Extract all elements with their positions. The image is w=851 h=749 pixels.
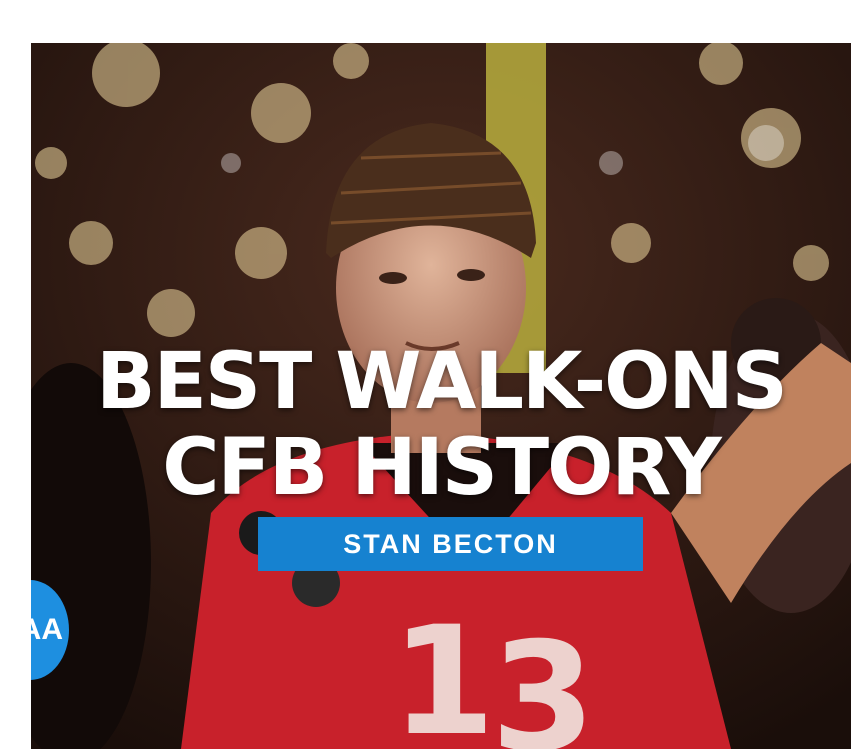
headline-line-2: CFB HISTORY bbox=[162, 423, 721, 513]
svg-text:3: 3 bbox=[491, 611, 595, 749]
article-hero-image[interactable]: 1 3 BEST WALK-ONS CFB HISTORY STAN BECTO… bbox=[31, 43, 851, 749]
headline-line-1: BEST WALK-ONS bbox=[96, 337, 788, 427]
author-byline-badge: STAN BECTON bbox=[258, 517, 643, 571]
logo-text: AA bbox=[31, 613, 63, 646]
svg-text:1: 1 bbox=[391, 595, 495, 749]
page: 1 3 BEST WALK-ONS CFB HISTORY STAN BECTO… bbox=[0, 0, 851, 749]
article-headline: BEST WALK-ONS CFB HISTORY bbox=[31, 339, 851, 511]
